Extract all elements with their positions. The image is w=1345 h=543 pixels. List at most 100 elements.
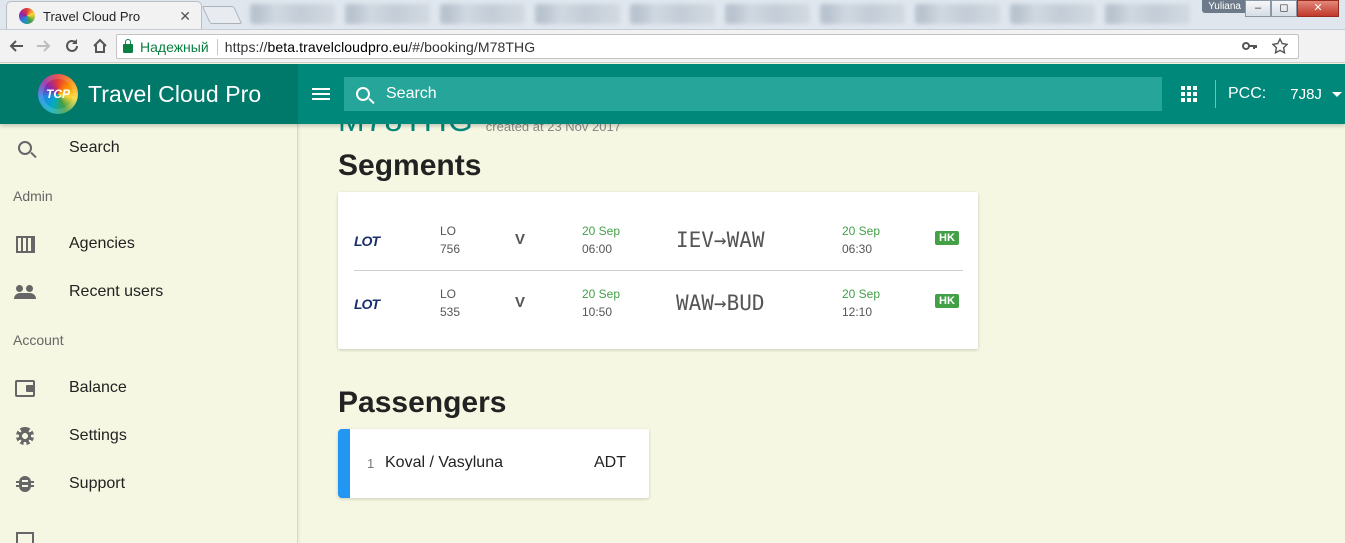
search-placeholder: Search <box>386 85 437 102</box>
bug-icon <box>16 476 34 492</box>
status-badge: HK <box>935 294 959 308</box>
address-bar[interactable]: Надежный https://beta.travelcloudpro.eu/… <box>116 34 1299 59</box>
reload-icon <box>66 39 78 52</box>
app-favicon-icon <box>19 8 35 24</box>
wallet-icon-wrap <box>14 377 36 399</box>
arrow-right-icon <box>37 40 51 52</box>
segment-row[interactable]: LOT LO 756 V 20 Sep 06:00 IEV→WAW 20 Sep… <box>354 208 963 271</box>
sidebar: Search Admin Agencies Recent users Accou… <box>0 124 298 543</box>
sidebar-item-label: Settings <box>69 427 127 444</box>
sidebar-item-label: Support <box>69 475 126 492</box>
status-badge: HK <box>935 231 959 245</box>
departure-datetime: 20 Sep 10:50 <box>582 285 620 321</box>
sidebar-item-cut-off[interactable] <box>0 508 297 543</box>
back-button[interactable] <box>2 32 30 60</box>
browser-tab-title: Travel Cloud Pro <box>43 8 141 24</box>
arrival-date: 20 Sep <box>842 224 881 238</box>
route: WAW→BUD <box>676 291 765 315</box>
search-icon <box>18 141 32 155</box>
sidebar-item-label: Balance <box>69 379 127 396</box>
arrival-date: 20 Sep <box>842 287 881 301</box>
tab-close-icon[interactable]: ✕ <box>179 8 191 25</box>
pcc-label: PCC: <box>1228 85 1267 102</box>
lock-icon <box>123 39 133 53</box>
browser-tab-active[interactable]: Travel Cloud Pro ✕ <box>6 1 202 29</box>
gear-icon-wrap <box>14 425 36 447</box>
flight-no: 756 <box>440 242 461 256</box>
window-controls: – ◻ ✕ <box>1245 0 1339 17</box>
booking-header: M78THG created at 23 Nov 2017 <box>338 124 621 139</box>
omnibox-divider <box>216 38 218 55</box>
wallet-icon <box>15 379 35 397</box>
booking-class: V <box>515 231 526 248</box>
home-icon <box>93 38 107 53</box>
window-close-button[interactable]: ✕ <box>1297 0 1339 17</box>
booking-content: M78THG created at 23 Nov 2017 Segments L… <box>298 124 1345 543</box>
search-icon <box>356 87 370 101</box>
sidebar-item-support[interactable]: Support <box>0 460 297 508</box>
sidebar-item-search[interactable]: Search <box>0 124 297 172</box>
pcc-dropdown[interactable]: 7J8J <box>1290 86 1342 103</box>
apps-button[interactable] <box>1167 64 1211 124</box>
url-text: https://beta.travelcloudpro.eu/#/booking… <box>225 39 536 55</box>
maximize-button[interactable]: ◻ <box>1271 0 1297 17</box>
gear-icon <box>16 427 34 445</box>
sidebar-item-balance[interactable]: Balance <box>0 364 297 412</box>
sidebar-item-label: Search <box>69 139 120 156</box>
arrow-left-icon <box>9 40 23 52</box>
passenger-card[interactable]: 1 Koval / Vasyluna ADT <box>338 429 649 498</box>
menu-button[interactable] <box>298 64 344 124</box>
key-icon[interactable] <box>1242 37 1258 55</box>
lot-airline-logo-icon: LOT <box>354 233 380 249</box>
passenger-type: ADT <box>594 454 626 471</box>
caret-down-icon <box>1331 91 1342 97</box>
flight-no: 535 <box>440 305 461 319</box>
building-icon <box>15 235 35 253</box>
url-path: /#/booking/M78THG <box>408 38 536 55</box>
departure-date: 20 Sep <box>582 287 621 301</box>
sidebar-item-recent-users[interactable]: Recent users <box>0 268 297 316</box>
browser-toolbar: Надежный https://beta.travelcloudpro.eu/… <box>0 30 1345 89</box>
departure-time: 06:00 <box>582 242 613 256</box>
app-header: TCP Travel Cloud Pro Search PCC: 7J8J <box>0 64 1345 124</box>
home-button[interactable] <box>86 32 114 60</box>
carrier-code: LO <box>440 224 457 238</box>
search-input[interactable]: Search <box>344 77 1162 111</box>
booking-created-date: created at 23 Nov 2017 <box>485 124 621 134</box>
booking-pnr: M78THG <box>338 124 474 139</box>
omnibox-actions <box>1242 37 1288 55</box>
route: IEV→WAW <box>676 228 765 252</box>
departure-time: 10:50 <box>582 305 613 319</box>
monitor-icon <box>16 532 34 543</box>
search-icon-wrap <box>14 137 36 159</box>
browser-tabstrip: Travel Cloud Pro ✕ Yuliana – ◻ ✕ <box>0 0 1345 30</box>
new-tab-button[interactable] <box>201 6 243 24</box>
minimize-button[interactable]: – <box>1245 0 1271 17</box>
sidebar-item-settings[interactable]: Settings <box>0 412 297 460</box>
arrival-time: 06:30 <box>842 242 873 256</box>
brand-name: Travel Cloud Pro <box>88 80 262 107</box>
apps-grid-icon <box>1181 86 1197 102</box>
flight-number: LO 535 <box>440 285 460 321</box>
header-divider <box>1215 80 1216 108</box>
segments-title: Segments <box>338 149 482 182</box>
secure-label: Надежный <box>140 38 209 55</box>
star-icon[interactable] <box>1272 37 1288 55</box>
sidebar-item-agencies[interactable]: Agencies <box>0 220 297 268</box>
sidebar-item-label: Recent users <box>69 283 164 300</box>
segment-row[interactable]: LOT LO 535 V 20 Sep 10:50 WAW→BUD 20 Sep… <box>354 271 963 334</box>
window-user-badge: Yuliana <box>1202 0 1247 13</box>
people-icon <box>14 285 36 299</box>
bug-icon-wrap <box>14 473 36 495</box>
forward-button[interactable] <box>30 32 58 60</box>
tcp-logo-icon: TCP <box>38 74 78 114</box>
brand[interactable]: TCP Travel Cloud Pro <box>0 64 298 124</box>
pcc-value: 7J8J <box>1290 85 1322 103</box>
url-host: beta.travelcloudpro.eu <box>267 38 409 55</box>
passenger-index: 1 <box>367 456 375 471</box>
lot-airline-logo-icon: LOT <box>354 296 380 312</box>
reload-button[interactable] <box>58 32 86 60</box>
other-browser-tabs[interactable] <box>250 4 1190 24</box>
flight-number: LO 756 <box>440 222 460 258</box>
sidebar-heading-account: Account <box>13 332 64 348</box>
